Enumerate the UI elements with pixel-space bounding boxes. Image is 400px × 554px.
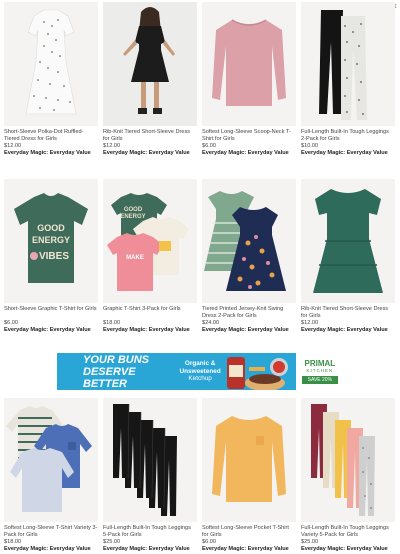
product-image[interactable]: GOOD ENERGY VIBES: [4, 179, 98, 303]
ad-headline: YOUR BUNS DESERVE BETTER: [57, 354, 180, 390]
ad-product-text: Organic & Unsweetened Ketchup: [180, 360, 221, 383]
graphic-text: VIBES: [39, 251, 69, 262]
product-image[interactable]: [301, 398, 395, 522]
product-price: $24.00: [202, 320, 220, 326]
product-image[interactable]: [4, 2, 98, 126]
product-title[interactable]: Rib-Knit Tiered Short-Sleeve Dress for G…: [301, 306, 395, 320]
product-tag: Everyday Magic: Everyday Value: [202, 545, 289, 552]
product-tag: Everyday Magic: Everyday Value: [301, 545, 388, 552]
product-tag: Everyday Magic: Everyday Value: [4, 149, 91, 156]
svg-text:ENERGY: ENERGY: [120, 214, 145, 220]
product-title[interactable]: Softest Long-Sleeve Scoop-Neck T-Shirt f…: [202, 129, 296, 143]
ad-headline-line: YOUR BUNS: [83, 353, 150, 366]
product-title[interactable]: Graphic T-Shirt 3-Pack for Girls: [103, 306, 197, 320]
product-price: $18.00: [4, 539, 22, 545]
product-card[interactable]: Tiered Printed Jersey-Knit Swing Dress 2…: [202, 179, 296, 334]
ad-brand-name: PRIMAL: [304, 358, 336, 368]
graphic-text: ENERGY: [32, 235, 70, 245]
product-title[interactable]: Short-Sleeve Graphic T-Shirt for Girls: [4, 306, 98, 320]
product-price: $12.00: [103, 143, 121, 149]
svg-text:GOOD: GOOD: [124, 207, 143, 213]
product-tag: Everyday Magic: Everyday Value: [202, 326, 289, 333]
product-tag: Everyday Magic: Everyday Value: [103, 545, 190, 552]
product-price: $10.00: [301, 143, 319, 149]
ad-product-line: Unsweetened: [179, 367, 221, 375]
product-card[interactable]: Rib-Knit Tiered Short-Sleeve Dress for G…: [103, 2, 197, 157]
product-tag: Everyday Magic: Everyday Value: [4, 326, 91, 333]
product-title[interactable]: Full-Length Built-In Tough Leggings 5-Pa…: [103, 525, 197, 539]
product-price: $25.00: [301, 539, 319, 545]
product-price: $6.00: [4, 320, 18, 326]
ad-brand-panel: PRIMAL KITCHEN SAVE 20%: [295, 353, 344, 390]
product-title[interactable]: Softest Long-Sleeve Pocket T-Shirt for G…: [202, 525, 296, 539]
product-price: $12.00: [4, 143, 22, 149]
ad-product-line: Ketchup: [188, 375, 212, 383]
product-tag: Everyday Magic: Everyday Value: [103, 149, 190, 156]
graphic-text: GOOD: [37, 223, 65, 233]
product-price: $18.00: [103, 320, 121, 326]
product-tag: Everyday Magic: Everyday Value: [301, 326, 388, 333]
product-image[interactable]: [103, 2, 197, 126]
product-image[interactable]: [4, 398, 98, 522]
ad-headline-line: DESERVE BETTER: [83, 365, 136, 390]
product-row: GOOD ENERGY VIBES Short-Sleeve Graphic T…: [4, 179, 395, 334]
product-title[interactable]: Softest Long-Sleeve T-Shirt Variety 3-Pa…: [4, 525, 98, 539]
ad-save-badge: SAVE 20%: [301, 375, 339, 384]
product-image[interactable]: GOOD ENERGY MAKE: [103, 179, 197, 303]
product-card[interactable]: Softest Long-Sleeve Scoop-Neck T-Shirt f…: [202, 2, 296, 157]
product-card[interactable]: GOOD ENERGY VIBES Short-Sleeve Graphic T…: [4, 179, 98, 334]
ad-product-line: Organic &: [184, 360, 216, 368]
product-tag: Everyday Magic: Everyday Value: [4, 545, 91, 552]
product-card[interactable]: Full-Length Built-In Tough Leggings Vari…: [301, 398, 395, 553]
product-title[interactable]: Short-Sleeve Polka-Dot Ruffled-Tiered Dr…: [4, 129, 98, 143]
product-image[interactable]: [202, 2, 296, 126]
product-image[interactable]: [103, 398, 197, 522]
product-title[interactable]: Full-Length Built-In Tough Leggings 2-Pa…: [301, 129, 395, 143]
product-row: Softest Long-Sleeve T-Shirt Variety 3-Pa…: [4, 398, 395, 553]
product-card[interactable]: Short-Sleeve Polka-Dot Ruffled-Tiered Dr…: [4, 2, 98, 157]
product-card[interactable]: Rib-Knit Tiered Short-Sleeve Dress for G…: [301, 179, 395, 334]
product-price: $6.00: [202, 143, 216, 149]
product-tag: Everyday Magic: Everyday Value: [202, 149, 289, 156]
product-card[interactable]: Softest Long-Sleeve Pocket T-Shirt for G…: [202, 398, 296, 553]
product-title[interactable]: Rib-Knit Tiered Short-Sleeve Dress for G…: [103, 129, 197, 143]
product-title[interactable]: Full-Length Built-In Tough Leggings Vari…: [301, 525, 395, 539]
ad-brand-sub: KITCHEN: [306, 367, 334, 373]
product-price: $12.00: [301, 320, 319, 326]
svg-text:MAKE: MAKE: [126, 255, 144, 261]
product-row: Short-Sleeve Polka-Dot Ruffled-Tiered Dr…: [4, 2, 395, 157]
product-tag: Everyday Magic: Everyday Value: [301, 149, 388, 156]
product-image[interactable]: [202, 398, 296, 522]
product-card[interactable]: GOOD ENERGY MAKE Graphic T-Shirt 3-Pack …: [103, 179, 197, 334]
product-price: $25.00: [103, 539, 121, 545]
product-card[interactable]: Full-Length Built-In Tough Leggings 5-Pa…: [103, 398, 197, 553]
product-tag: Everyday Magic: Everyday Value: [103, 326, 190, 333]
product-title[interactable]: Tiered Printed Jersey-Knit Swing Dress 2…: [202, 306, 296, 320]
product-price: $6.00: [202, 539, 216, 545]
product-image[interactable]: [301, 179, 395, 303]
product-card[interactable]: Softest Long-Sleeve T-Shirt Variety 3-Pa…: [4, 398, 98, 553]
product-card[interactable]: Full-Length Built-In Tough Leggings 2-Pa…: [301, 2, 395, 157]
ad-product-image: [221, 353, 296, 390]
product-image[interactable]: [301, 2, 395, 126]
ad-banner[interactable]: YOUR BUNS DESERVE BETTER Organic & Unswe…: [57, 353, 344, 390]
product-image[interactable]: [202, 179, 296, 303]
